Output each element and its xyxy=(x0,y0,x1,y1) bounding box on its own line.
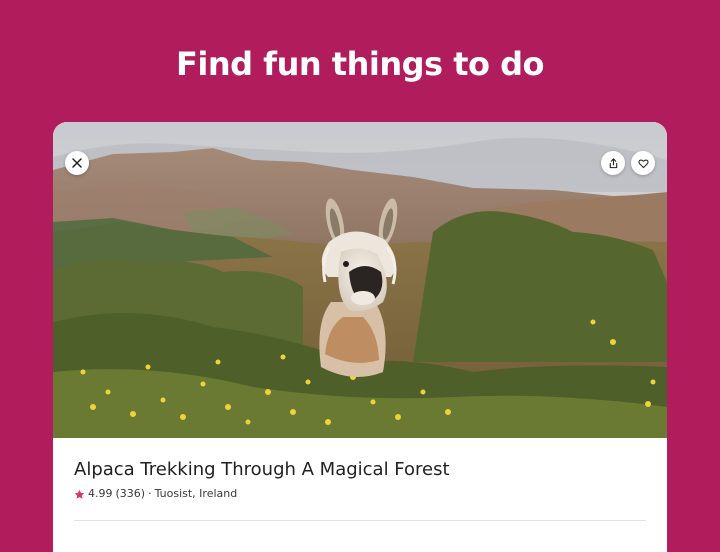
share-icon xyxy=(609,157,617,168)
listing-details: Alpaca Trekking Through A Magical Forest… xyxy=(74,438,646,501)
share-button[interactable] xyxy=(601,151,625,175)
close-icon xyxy=(72,158,82,168)
meta-separator: · xyxy=(148,487,152,500)
star-icon xyxy=(74,489,85,499)
page-title: Find fun things to do xyxy=(175,45,545,83)
heart-icon xyxy=(637,159,649,168)
listing-meta: 4.99 (336) · Tuosist, Ireland xyxy=(74,487,646,501)
close-button[interactable] xyxy=(65,151,89,175)
experience-card[interactable]: Alpaca Trekking Through A Magical Forest… xyxy=(53,122,667,552)
alpaca-photo[interactable] xyxy=(53,122,667,438)
listing-title[interactable]: Alpaca Trekking Through A Magical Forest xyxy=(74,458,646,482)
review-count: (336) xyxy=(115,487,146,500)
divider xyxy=(74,520,646,521)
save-button[interactable] xyxy=(631,151,655,175)
listing-location: Tuosist, Ireland xyxy=(154,487,238,500)
rating-value: 4.99 xyxy=(88,487,113,500)
